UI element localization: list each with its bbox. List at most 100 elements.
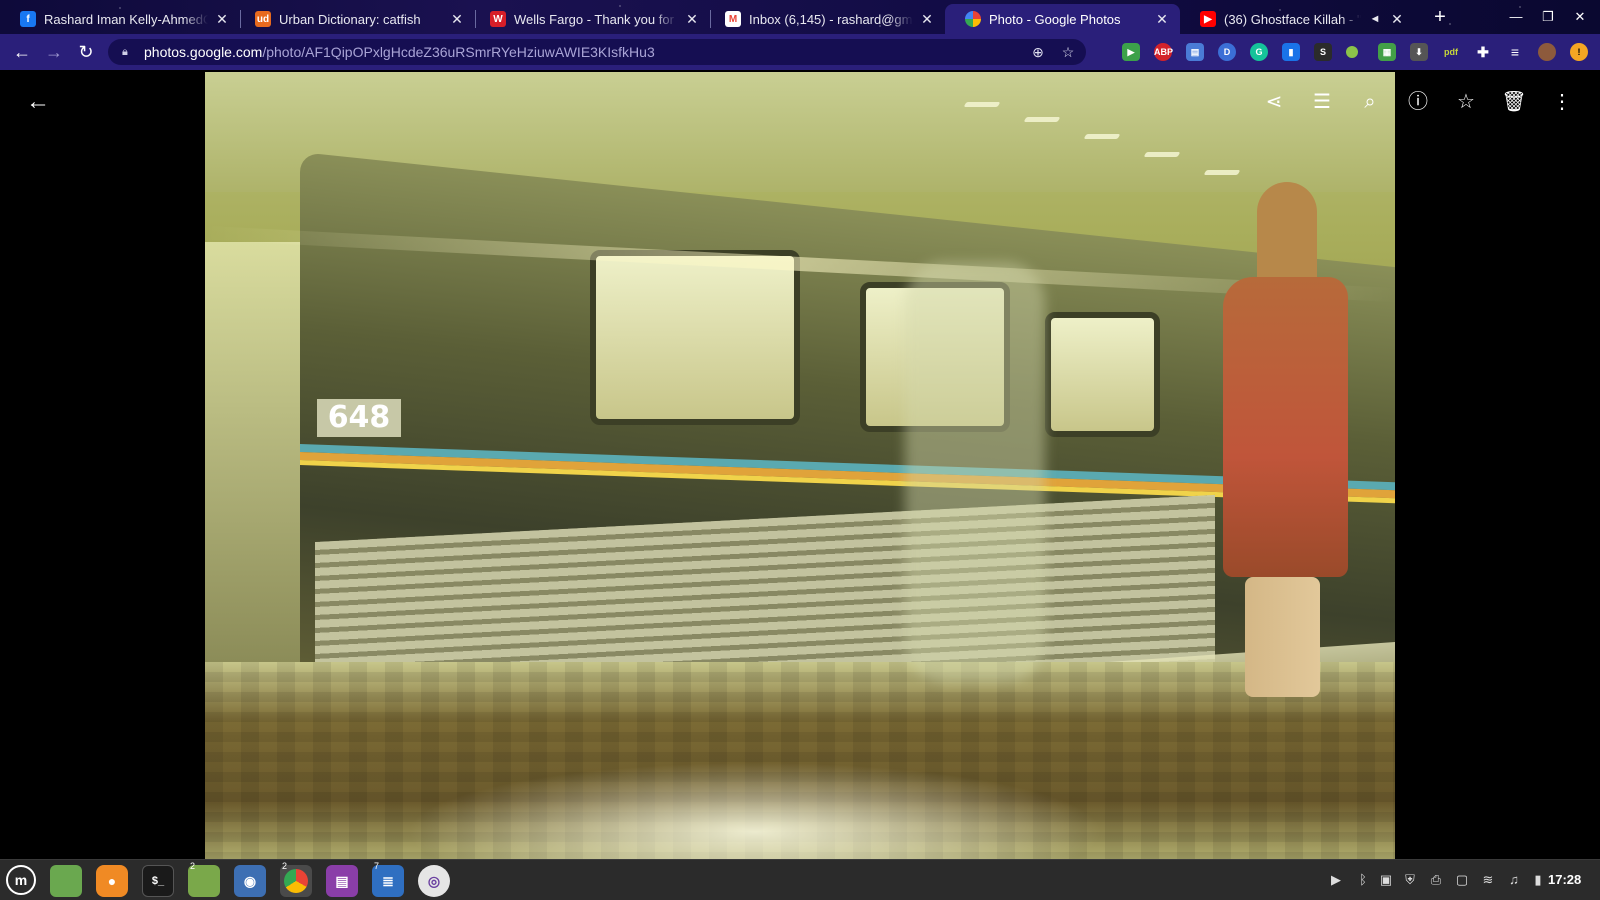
update-alert-icon[interactable]: !: [1570, 43, 1588, 61]
train-window: [1045, 312, 1160, 437]
ceiling-light: [1023, 117, 1061, 122]
info-icon[interactable]: ⓘ: [1404, 88, 1432, 116]
shield-icon[interactable]: ⛨: [1402, 872, 1418, 888]
close-icon[interactable]: ✕: [214, 11, 230, 27]
ceiling-light: [1083, 134, 1121, 139]
lock-icon: 🔒︎: [122, 45, 128, 58]
tab-title: Wells Fargo - Thank you for y: [514, 11, 678, 27]
bluetooth-icon[interactable]: ᛒ: [1355, 872, 1371, 888]
profile-avatar[interactable]: [1538, 43, 1556, 61]
light-flare: [405, 762, 1105, 859]
reload-button[interactable]: ↻: [74, 40, 98, 64]
forward-button[interactable]: →: [42, 40, 66, 64]
tab-gmail[interactable]: M Inbox (6,145) - rashard@gma ✕: [705, 4, 945, 34]
extension-download-icon[interactable]: ⬇: [1410, 43, 1428, 61]
tab-urban-dictionary[interactable]: ud Urban Dictionary: catfish ✕: [235, 4, 475, 34]
extension-bookmark-icon[interactable]: ▮: [1282, 43, 1300, 61]
address-bar[interactable]: 🔒︎ photos.google.com/photo/AF1QipOPxlgHc…: [108, 39, 1086, 65]
extensions-puzzle-icon[interactable]: ✚: [1474, 43, 1492, 61]
show-desktop-icon[interactable]: [50, 865, 82, 897]
chrome-logo: [284, 869, 308, 893]
woman-dress: [1223, 277, 1348, 577]
ceiling-light: [963, 102, 1001, 107]
photo-viewer: ← 648 ⋖ ☰ ⌕ ⓘ ☆ 🗑︎ ⋮: [0, 70, 1600, 859]
notes-badge: 7: [374, 861, 380, 871]
adblock-plus-icon[interactable]: ABP: [1154, 43, 1173, 61]
disk-icon[interactable]: ▢: [1454, 872, 1470, 888]
extension-window-icon[interactable]: ▤: [1186, 43, 1204, 61]
tab-title: Urban Dictionary: catfish: [279, 11, 421, 27]
minimize-button[interactable]: —: [1504, 6, 1528, 28]
media-queue-icon[interactable]: ≡: [1506, 43, 1524, 61]
tab-youtube[interactable]: ▶ (36) Ghostface Killah - "G ◄ ✕: [1180, 4, 1415, 34]
close-window-button[interactable]: ✕: [1568, 6, 1592, 28]
zoom-in-icon[interactable]: ⌕: [1356, 88, 1384, 116]
tab-title: Rashard Iman Kelly-AhmedO: [44, 11, 208, 27]
restore-button[interactable]: ❐: [1536, 6, 1560, 28]
woman-legs: [1245, 577, 1320, 697]
youtube-icon: ▶: [1200, 11, 1216, 27]
share-icon[interactable]: ⋖: [1260, 88, 1288, 116]
bookmark-star-icon[interactable]: ☆: [1058, 42, 1078, 62]
mint-menu-icon[interactable]: m: [6, 865, 36, 895]
url-host: photos.google.com: [144, 44, 263, 60]
car-number-plate: 648: [317, 399, 401, 437]
blurred-passerby: [905, 262, 1045, 682]
back-button[interactable]: ←: [10, 40, 34, 64]
ceiling-light: [1203, 170, 1241, 175]
close-icon[interactable]: ✕: [919, 11, 935, 27]
trash-icon[interactable]: 🗑︎: [1500, 88, 1528, 116]
new-tab-button[interactable]: +: [1428, 6, 1452, 30]
obs-icon[interactable]: ◎: [418, 865, 450, 897]
edit-adjust-icon[interactable]: ☰: [1308, 88, 1336, 116]
clock[interactable]: 17:28: [1548, 872, 1581, 887]
text-editor-icon[interactable]: ▤: [326, 865, 358, 897]
tab-title: Inbox (6,145) - rashard@gma: [749, 11, 913, 27]
tab-title: (36) Ghostface Killah - "G: [1224, 11, 1361, 27]
extension-s-icon[interactable]: S: [1314, 43, 1332, 61]
close-icon[interactable]: ✕: [449, 11, 465, 27]
extension-pdf-icon[interactable]: pdf: [1442, 43, 1460, 61]
tab-wells-fargo[interactable]: W Wells Fargo - Thank you for y ✕: [470, 4, 710, 34]
subway-train-photo[interactable]: 648: [205, 72, 1395, 859]
printer-icon[interactable]: ⎙: [1428, 872, 1444, 888]
music-note-icon[interactable]: ♫: [1506, 872, 1522, 888]
close-icon[interactable]: ✕: [1154, 11, 1170, 27]
extension-green-icon[interactable]: ▶: [1122, 43, 1140, 61]
firefox-icon[interactable]: ●: [96, 865, 128, 897]
video-camera-icon[interactable]: ▶: [1328, 872, 1344, 888]
tab-strip: f Rashard Iman Kelly-AhmedO ✕ ud Urban D…: [0, 0, 1600, 34]
extension-dot-icon[interactable]: [1346, 46, 1358, 58]
urban-dictionary-icon: ud: [255, 11, 271, 27]
screenshot-camera-icon[interactable]: ◉: [234, 865, 266, 897]
grammarly-icon[interactable]: G: [1250, 43, 1268, 61]
chrome-badge: 2: [282, 861, 288, 871]
taskbar: m ● $_ 2 ◉ 2 ▤ ≣ 7 ◎ ▶ ᛒ ▣ ⛨ ⎙ ▢ ≋ ♫ ▮ 1…: [0, 859, 1600, 900]
google-photos-icon: [965, 11, 981, 27]
url-path: /photo/AF1QipOPxlgHcdeZ36uRSmrRYeHziuwAW…: [262, 44, 655, 60]
tab-google-photos[interactable]: Photo - Google Photos ✕: [945, 4, 1180, 34]
speaker-muted-icon[interactable]: ◄: [1367, 11, 1383, 27]
wifi-icon[interactable]: ≋: [1480, 872, 1496, 888]
ceiling-light: [1143, 152, 1181, 157]
extension-d-icon[interactable]: D: [1218, 43, 1236, 61]
wells-fargo-icon: W: [490, 11, 506, 27]
favorite-star-icon[interactable]: ☆: [1452, 88, 1480, 116]
woman-in-dress: [1205, 182, 1355, 712]
file-manager-badge: 2: [190, 861, 196, 871]
train-window: [590, 250, 800, 425]
gmail-icon: M: [725, 11, 741, 27]
close-icon[interactable]: ✕: [684, 11, 700, 27]
back-arrow-icon[interactable]: ←: [24, 88, 52, 116]
extension-calendar-icon[interactable]: ▦: [1378, 43, 1396, 61]
tab-facebook[interactable]: f Rashard Iman Kelly-AhmedO ✕: [0, 4, 240, 34]
close-icon[interactable]: ✕: [1389, 11, 1405, 27]
more-options-icon[interactable]: ⋮: [1548, 88, 1576, 116]
tab-title: Photo - Google Photos: [989, 11, 1121, 27]
clipboard-icon[interactable]: ▣: [1378, 872, 1394, 888]
add-circle-icon[interactable]: ⊕: [1028, 42, 1048, 62]
terminal-icon[interactable]: $_: [142, 865, 174, 897]
facebook-icon: f: [20, 11, 36, 27]
browser-toolbar: ← → ↻ 🔒︎ photos.google.com/photo/AF1QipO…: [0, 34, 1600, 70]
battery-icon[interactable]: ▮: [1530, 872, 1546, 888]
